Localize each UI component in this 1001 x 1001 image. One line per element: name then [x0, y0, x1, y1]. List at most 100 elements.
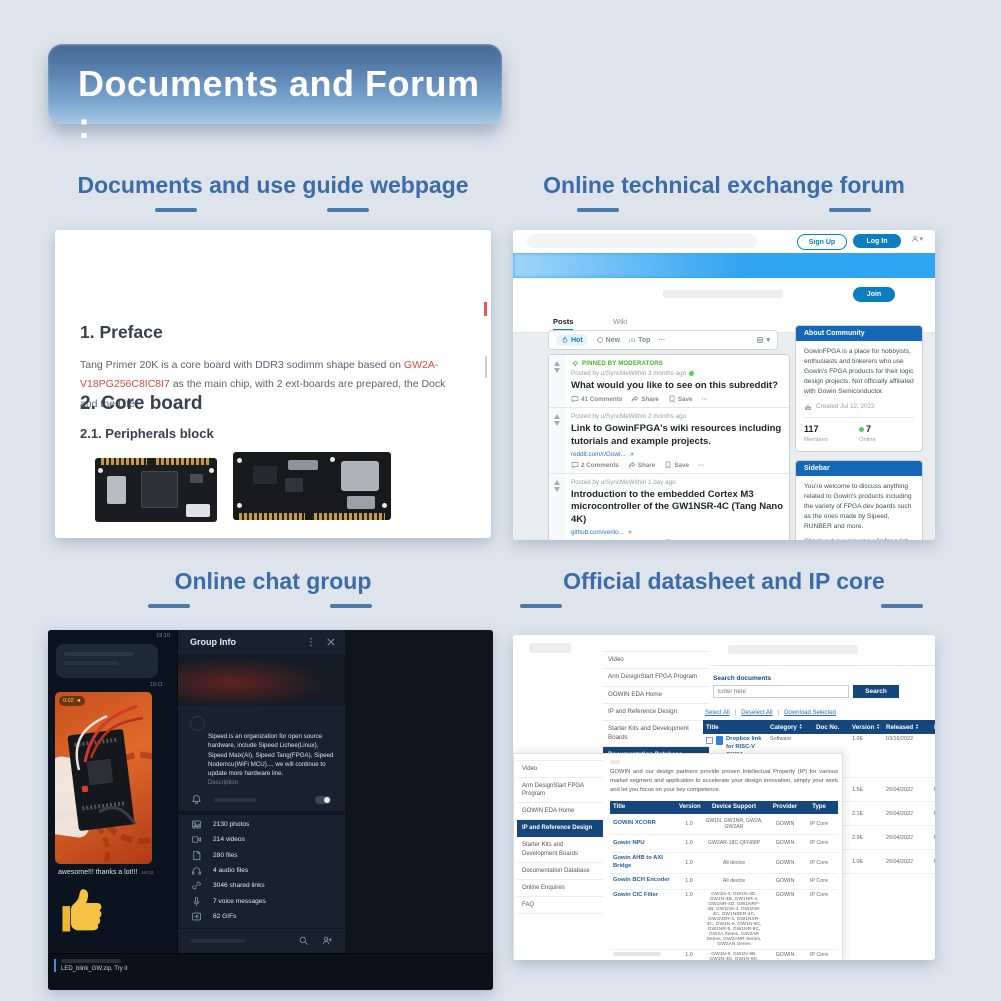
new-icon [596, 337, 603, 343]
menu-item-ip[interactable]: IP and Reference Design [603, 704, 709, 722]
comments-button[interactable]: 2 Comments [571, 461, 619, 469]
online-count: 7 [859, 423, 876, 437]
group-actions-bar [178, 928, 345, 954]
ip-title-link[interactable]: Gowin BCH Encoder [610, 875, 676, 887]
video-message[interactable]: 0:02 ◄ [55, 692, 152, 864]
post-title[interactable]: Link to GowinFPGA's wiki resources inclu… [571, 423, 783, 448]
divider-dash [327, 208, 369, 212]
post-more-button[interactable]: ··· [702, 396, 708, 403]
select-all-link[interactable]: Select All [705, 710, 730, 716]
media-row-links[interactable]: 3046 shared links [178, 878, 345, 893]
sidebar-card-header: Sidebar [796, 461, 922, 477]
save-button[interactable]: Save [664, 461, 689, 469]
moderator-badge-icon [689, 371, 695, 376]
comment-icon [571, 539, 579, 540]
menu-item-online-enquires[interactable]: Online Enquires [517, 880, 603, 897]
scrollbar-thumb[interactable] [485, 356, 487, 378]
menu-item-doc-database[interactable]: Documentation Database [517, 863, 603, 880]
ip-title-link[interactable]: Gowin AHB to AXI Bridge [610, 853, 676, 873]
upvote-button[interactable] [554, 480, 560, 486]
more-options-icon[interactable] [305, 636, 317, 648]
media-row-photos[interactable]: 2130 photos [178, 817, 345, 832]
media-row-gifs[interactable]: 82 GIFs [178, 909, 345, 924]
sort-new[interactable]: New [596, 336, 620, 344]
created-row: Created Jul 12, 2022 [804, 402, 914, 411]
menu-item-arm[interactable]: Arm DesignStart FPGA Program [517, 778, 603, 804]
message-time: 19:11 [149, 682, 163, 688]
community-banner [513, 253, 935, 278]
user-menu-button[interactable]: ▾ [911, 235, 923, 243]
sort-top[interactable]: Top [628, 336, 650, 344]
post-more-button[interactable]: ··· [698, 462, 704, 469]
search-button[interactable]: Search [853, 685, 899, 698]
save-button[interactable]: Save [664, 539, 689, 541]
share-button[interactable]: Share [628, 539, 656, 541]
post-external-link[interactable]: github.com/verilo... [571, 529, 783, 536]
sign-up-button[interactable]: Sign Up [797, 234, 847, 250]
menu-item-eda[interactable]: GOWIN EDA Home [517, 803, 603, 821]
share-button[interactable]: Share [628, 461, 655, 469]
menu-item-faq[interactable]: FAQ [517, 897, 603, 914]
wiki-link[interactable]: Check out our growing wiki [804, 538, 883, 540]
share-button[interactable]: Share [631, 395, 659, 403]
row-checkbox[interactable] [706, 737, 713, 744]
download-selected-link[interactable]: Download Selected [784, 710, 836, 716]
media-row-audio[interactable]: 4 audio files [178, 863, 345, 878]
save-button[interactable]: Save [668, 395, 693, 403]
community-stats: 117 Members 7 Online [804, 416, 914, 445]
search-icon[interactable] [298, 935, 309, 946]
media-row-videos[interactable]: 214 videos [178, 832, 345, 847]
sidebar-text-2: Check out our growing wiki for a list of… [804, 537, 914, 540]
ip-title-blurred [613, 951, 661, 956]
upvote-button[interactable] [554, 414, 560, 420]
media-row-files[interactable]: 280 files [178, 848, 345, 863]
notifications-row[interactable] [178, 792, 345, 808]
downvote-button[interactable] [554, 421, 560, 427]
tab-wiki[interactable]: Wiki [613, 317, 627, 326]
ip-title-link[interactable]: Gowin NPU [610, 838, 676, 850]
post-title[interactable]: Introduction to the embedded Cortex M3 m… [571, 489, 783, 526]
menu-item-video[interactable]: Video [603, 652, 709, 670]
message-input-strip[interactable]: LED_blink_GW.zip, Try it [48, 953, 493, 990]
ip-title-link[interactable]: Gowin CIC Filter [610, 890, 676, 949]
post-external-link[interactable]: reddit.com/r/Gowi... [571, 451, 783, 458]
search-documents-label: Search documents [713, 675, 772, 682]
reply-quote-message: LED_blink_GW.zip, Try it [54, 959, 127, 972]
comments-button[interactable]: 3 Comments [571, 539, 619, 541]
join-button[interactable]: Join [853, 287, 895, 302]
close-icon[interactable] [325, 636, 337, 648]
menu-item-starter-kits[interactable]: Starter Kits and Development Boards [517, 837, 603, 863]
sort-category[interactable]: Category ▲ ▼ [767, 722, 813, 733]
menu-item-arm[interactable]: Arm DesignStart FPGA Program [603, 669, 709, 687]
sort-hot[interactable]: Hot [556, 334, 588, 346]
jumper-wires [75, 704, 144, 825]
sort-more-button[interactable]: ··· [658, 337, 665, 344]
notifications-toggle[interactable] [315, 796, 331, 804]
divider-dash [330, 604, 372, 608]
tab-posts[interactable]: Posts [553, 317, 574, 331]
status-bar-time: 19:10 [156, 633, 170, 639]
menu-item-eda[interactable]: GOWIN EDA Home [603, 687, 709, 705]
comments-button[interactable]: 41 Comments [571, 395, 622, 403]
upvote-button[interactable] [554, 361, 560, 366]
document-search-input[interactable] [713, 685, 849, 698]
downvote-button[interactable] [554, 487, 560, 493]
menu-item-ip-reference[interactable]: IP and Reference Design [517, 820, 603, 838]
view-toggle-button[interactable]: ▾ [756, 336, 770, 344]
add-member-icon[interactable] [322, 935, 333, 946]
external-link-icon [629, 452, 633, 456]
sort-released[interactable]: Released ▲ ▼ [883, 722, 931, 733]
media-row-voice[interactable]: 7 voice messages [178, 893, 345, 908]
post-title[interactable]: What would you like to see on this subre… [571, 380, 783, 392]
downvote-button[interactable] [554, 368, 560, 373]
menu-item-video[interactable]: Video [517, 761, 603, 779]
forum-sidebar: About Community GowinFPGA is a place for… [795, 325, 923, 540]
menu-item-starter-kits[interactable]: Starter Kits and Development Boards [603, 721, 709, 748]
ip-title-link[interactable]: GOWIN XCORR [610, 818, 676, 830]
search-bar[interactable] [527, 234, 757, 248]
log-in-button[interactable]: Log In [853, 234, 901, 248]
title-banner: Documents and Forum : [48, 44, 502, 146]
forum-panel: Sign Up Log In ▾ Join Posts Wiki Hot New… [513, 230, 935, 540]
deselect-all-link[interactable]: Deselect All [741, 710, 772, 716]
sort-version[interactable]: Version ▲ ▼ [849, 722, 883, 733]
